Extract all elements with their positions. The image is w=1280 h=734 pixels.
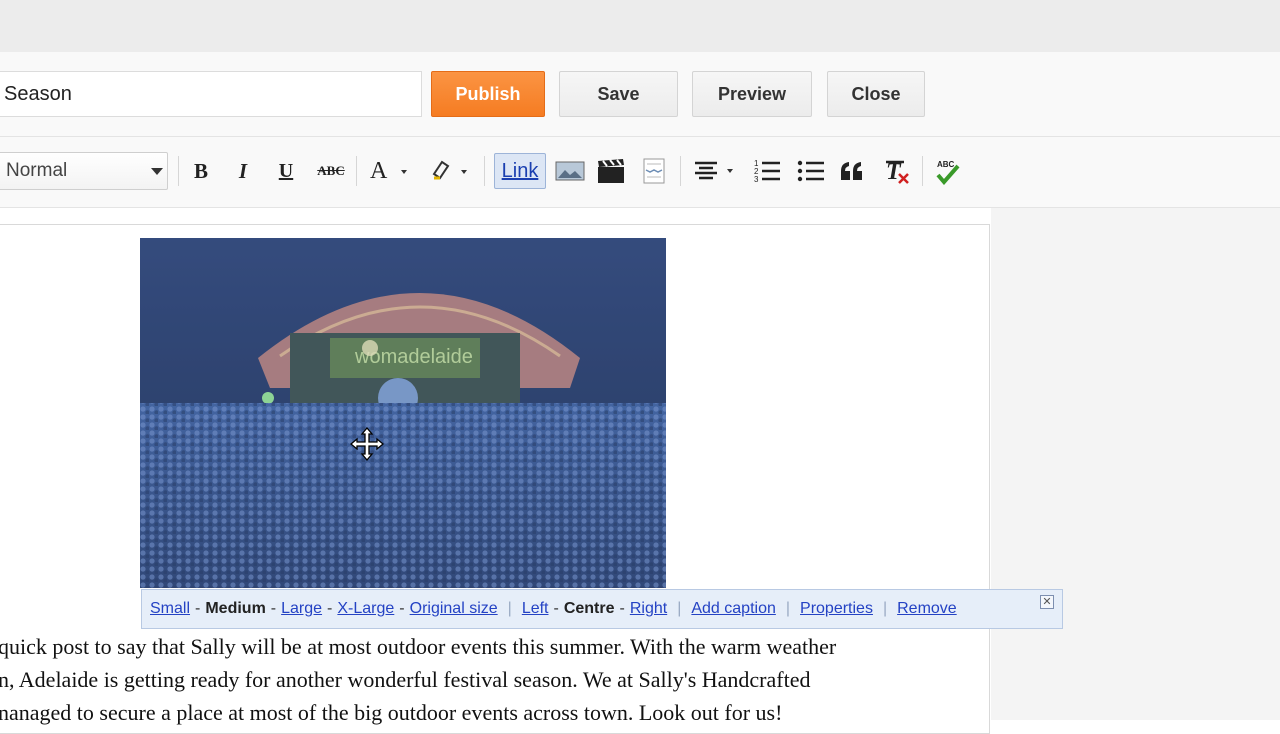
- insert-image-button[interactable]: [553, 152, 587, 190]
- add-caption-link[interactable]: Add caption: [691, 600, 776, 618]
- numbered-list-icon: 1 2 3: [754, 159, 780, 184]
- spellcheck-button[interactable]: ABC: [932, 152, 962, 190]
- image-options-bar: Small - Medium - Large - X-Large - Original …: [141, 589, 1063, 629]
- jump-break-icon: [643, 158, 665, 184]
- image-icon: [555, 161, 585, 181]
- font-color-icon: A: [370, 158, 407, 184]
- quote-button[interactable]: [838, 152, 866, 190]
- format-select[interactable]: Normal: [0, 152, 168, 190]
- highlight-button[interactable]: [428, 152, 476, 190]
- properties-link[interactable]: Properties: [800, 600, 873, 618]
- remove-format-button[interactable]: T: [882, 152, 912, 190]
- bullet-list-icon: [797, 160, 824, 182]
- video-icon: [598, 159, 624, 183]
- quote-icon: [841, 162, 862, 180]
- svg-text:A: A: [370, 158, 388, 184]
- align-centre-current: Centre: [563, 600, 615, 617]
- insert-video-button[interactable]: [596, 152, 626, 190]
- size-large-link[interactable]: Large: [281, 600, 322, 618]
- alignment-button[interactable]: [692, 152, 740, 190]
- align-icon: [695, 161, 733, 180]
- chevron-down-icon: [151, 168, 163, 175]
- svg-text:ABC: ABC: [937, 160, 955, 169]
- spellcheck-icon: ABC: [936, 160, 960, 185]
- toolbar-divider: [922, 156, 923, 186]
- browser-top-area: [0, 0, 1280, 52]
- body-line: n, Adelaide is getting ready for another…: [0, 667, 811, 692]
- highlight-icon: [432, 160, 467, 180]
- size-medium-current: Medium: [205, 600, 266, 617]
- size-xlarge-link[interactable]: X-Large: [337, 600, 394, 618]
- strikethrough-button[interactable]: ABC: [314, 152, 348, 190]
- body-line: nanaged to secure a place at most of the…: [0, 700, 783, 725]
- toolbar-divider: [680, 156, 681, 186]
- size-original-link[interactable]: Original size: [410, 600, 498, 618]
- underline-button[interactable]: U: [273, 152, 299, 190]
- right-sidebar: [991, 208, 1280, 720]
- selected-image[interactable]: womadelaide: [140, 238, 666, 588]
- font-color-button[interactable]: A: [368, 152, 416, 190]
- remove-format-icon: T: [886, 159, 909, 185]
- toolbar-divider: [484, 156, 485, 186]
- link-button[interactable]: Link: [494, 153, 546, 189]
- align-right-link[interactable]: Right: [630, 600, 667, 618]
- italic-button[interactable]: I: [230, 152, 256, 190]
- bold-button[interactable]: B: [188, 152, 214, 190]
- remove-image-link[interactable]: Remove: [897, 600, 957, 618]
- save-button[interactable]: Save: [559, 71, 678, 117]
- post-body-text[interactable]: quick post to say that Sally will be at …: [0, 630, 988, 729]
- toolbar-divider: [178, 156, 179, 186]
- move-cursor-icon: [349, 426, 385, 462]
- toolbar-divider: [356, 156, 357, 186]
- svg-text:3: 3: [754, 175, 759, 184]
- numbered-list-button[interactable]: 1 2 3: [752, 152, 782, 190]
- size-small-link[interactable]: Small: [150, 600, 190, 618]
- preview-button[interactable]: Preview: [692, 71, 812, 117]
- align-left-link[interactable]: Left: [522, 600, 549, 618]
- publish-button[interactable]: Publish: [431, 71, 545, 117]
- jump-break-button[interactable]: [640, 152, 668, 190]
- bullet-list-button[interactable]: [796, 152, 826, 190]
- post-title-input[interactable]: [0, 71, 422, 117]
- format-select-value: Normal: [6, 160, 68, 181]
- close-button[interactable]: Close: [827, 71, 925, 117]
- close-icon[interactable]: ✕: [1040, 595, 1054, 609]
- body-line: quick post to say that Sally will be at …: [0, 634, 837, 659]
